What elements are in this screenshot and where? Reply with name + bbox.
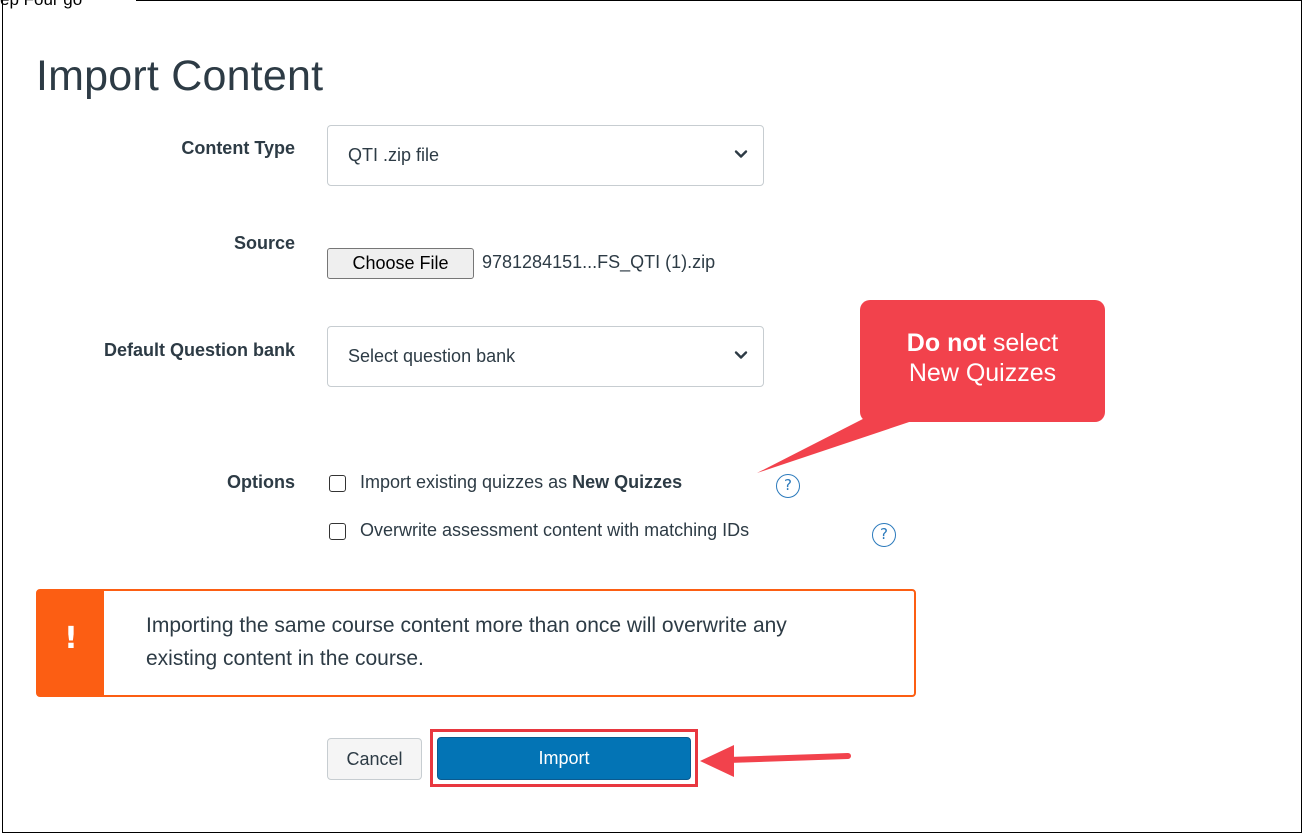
arrow-icon-shaft <box>725 753 851 763</box>
callout-line-1: Do not select <box>860 328 1105 358</box>
callout-line-2: New Quizzes <box>908 359 1057 387</box>
callout-text: select <box>985 329 1059 357</box>
arrow-icon <box>700 745 734 777</box>
annotation-overlay <box>700 400 960 777</box>
annotation-callout: Do not select New Quizzes <box>860 300 1105 422</box>
callout-bold-text: Do not <box>906 329 986 357</box>
